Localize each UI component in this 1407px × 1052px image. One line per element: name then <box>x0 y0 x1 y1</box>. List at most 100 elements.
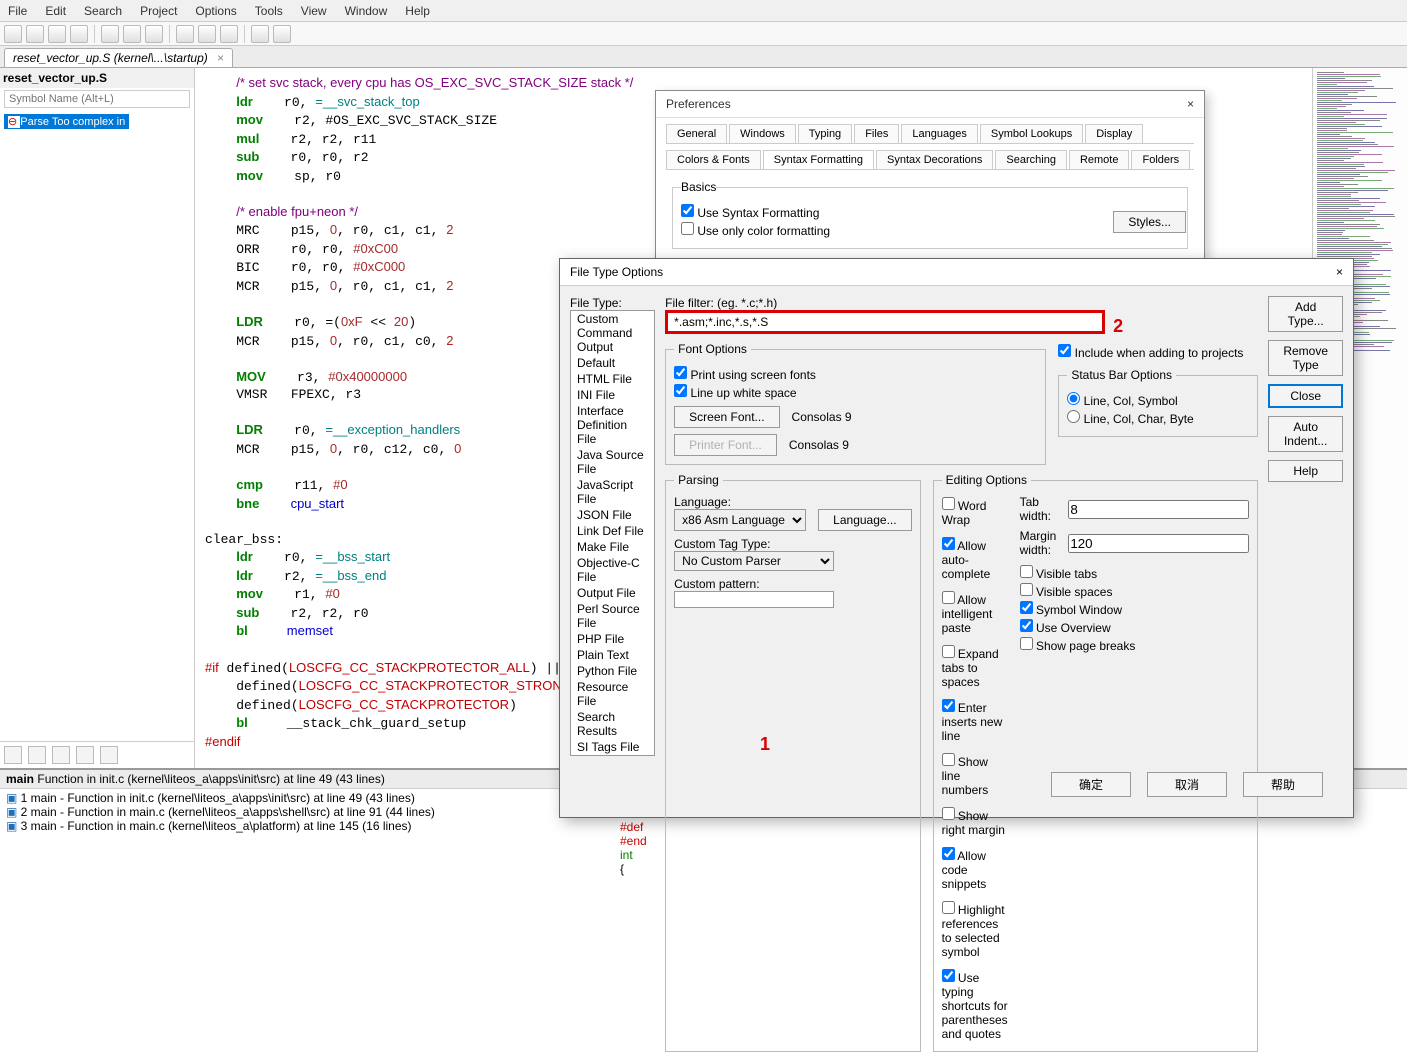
pref-tab-syntax-decorations[interactable]: Syntax Decorations <box>876 150 993 169</box>
styles-button[interactable]: Styles... <box>1113 211 1186 233</box>
cb-visible-spaces[interactable]: Visible spaces <box>1020 583 1250 599</box>
tool-up-icon[interactable] <box>145 25 163 43</box>
close-button[interactable]: Close <box>1268 384 1343 408</box>
file-type-item[interactable]: Python File <box>571 663 654 679</box>
cb-show-right-margin[interactable]: Show right margin <box>942 807 1008 837</box>
pref-tab-syntax-formatting[interactable]: Syntax Formatting <box>763 150 874 169</box>
add-type-button[interactable]: Add Type... <box>1268 296 1343 332</box>
tool-save-icon[interactable] <box>48 25 66 43</box>
help-footer-button[interactable]: 帮助 <box>1243 772 1323 797</box>
gear-icon[interactable] <box>100 746 118 764</box>
file-type-item[interactable]: Search Results <box>571 709 654 739</box>
file-type-item[interactable]: Resource File <box>571 679 654 709</box>
close-icon[interactable]: × <box>1187 97 1194 111</box>
file-type-item[interactable]: Custom Command Output <box>571 311 654 355</box>
tool-redo-icon[interactable] <box>273 25 291 43</box>
file-type-item[interactable]: Link Def File <box>571 523 654 539</box>
tool-copy-icon[interactable] <box>198 25 216 43</box>
file-type-item[interactable]: PHP File <box>571 631 654 647</box>
cb-word-wrap[interactable]: Word Wrap <box>942 497 1008 527</box>
file-type-item[interactable]: SI Tags File <box>571 739 654 755</box>
file-type-item[interactable]: Make File <box>571 539 654 555</box>
file-type-item[interactable]: JavaScript File <box>571 477 654 507</box>
printer-font-button[interactable]: Printer Font... <box>674 434 777 456</box>
tool-paste-icon[interactable] <box>220 25 238 43</box>
menu-window[interactable]: Window <box>345 4 388 18</box>
cancel-button[interactable]: 取消 <box>1147 772 1227 797</box>
pref-tab-typing[interactable]: Typing <box>798 124 852 143</box>
pref-tab-searching[interactable]: Searching <box>995 150 1067 169</box>
symbol-search-input[interactable] <box>4 90 190 108</box>
tool-saveall-icon[interactable] <box>70 25 88 43</box>
cb-highlight-references-to-selected-symbol[interactable]: Highlight references to selected symbol <box>942 901 1008 959</box>
menu-view[interactable]: View <box>301 4 327 18</box>
file-type-item[interactable]: Perl Source File <box>571 601 654 631</box>
tab-reset-vector[interactable]: reset_vector_up.S (kernel\...\startup) × <box>4 48 233 67</box>
custom-pattern-input[interactable] <box>674 591 834 608</box>
menu-search[interactable]: Search <box>84 4 122 18</box>
tab-width-input[interactable] <box>1068 500 1249 519</box>
tool-open-icon[interactable] <box>26 25 44 43</box>
sort-az-icon[interactable] <box>4 746 22 764</box>
cb-print-screen-fonts[interactable]: Print using screen fonts <box>674 366 1037 382</box>
cb-visible-tabs[interactable]: Visible tabs <box>1020 565 1250 581</box>
cb-include-projects[interactable]: Include when adding to projects <box>1058 344 1258 360</box>
cb-allow-auto-complete[interactable]: Allow auto-complete <box>942 537 1008 581</box>
cb-symbol-window[interactable]: Symbol Window <box>1020 601 1250 617</box>
cb-expand-tabs-to-spaces[interactable]: Expand tabs to spaces <box>942 645 1008 689</box>
file-type-item[interactable]: JSON File <box>571 507 654 523</box>
cb-line-up-whitespace[interactable]: Line up white space <box>674 384 1037 400</box>
cb-allow-intelligent-paste[interactable]: Allow intelligent paste <box>942 591 1008 635</box>
radio-line-col-char-byte[interactable]: Line, Col, Char, Byte <box>1067 410 1249 426</box>
file-type-item[interactable]: Plain Text <box>571 647 654 663</box>
grid-icon[interactable] <box>52 746 70 764</box>
cb-enter-inserts-new-line[interactable]: Enter inserts new line <box>942 699 1008 743</box>
pref-tab-windows[interactable]: Windows <box>729 124 796 143</box>
tool-new-icon[interactable] <box>4 25 22 43</box>
help-button[interactable]: Help <box>1268 460 1343 482</box>
pref-tab-display[interactable]: Display <box>1085 124 1143 143</box>
remove-type-button[interactable]: Remove Type <box>1268 340 1343 376</box>
cb-use-overview[interactable]: Use Overview <box>1020 619 1250 635</box>
file-type-list[interactable]: Custom Command OutputDefaultHTML FileINI… <box>570 310 655 756</box>
menu-tools[interactable]: Tools <box>255 4 283 18</box>
pref-tab-general[interactable]: General <box>666 124 727 143</box>
cb-use-syntax-formatting[interactable]: Use Syntax Formatting <box>681 204 1179 220</box>
file-filter-input[interactable]: *.asm;*.inc,*.s,*.S <box>665 310 1105 334</box>
radio-line-col-symbol[interactable]: Line, Col, Symbol <box>1067 392 1249 408</box>
file-type-item[interactable]: Interface Definition File <box>571 403 654 447</box>
file-type-item[interactable]: Default <box>571 355 654 371</box>
pref-tab-symbol-lookups[interactable]: Symbol Lookups <box>980 124 1083 143</box>
tool-back-icon[interactable] <box>101 25 119 43</box>
custom-tag-select[interactable]: No Custom Parser <box>674 551 834 571</box>
list-icon[interactable] <box>28 746 46 764</box>
file-type-item[interactable]: INI File <box>571 387 654 403</box>
book-icon[interactable] <box>76 746 94 764</box>
cb-show-page-breaks[interactable]: Show page breaks <box>1020 637 1250 653</box>
menu-options[interactable]: Options <box>195 4 236 18</box>
margin-width-input[interactable] <box>1068 534 1249 553</box>
language-select[interactable]: x86 Asm Language <box>674 509 806 531</box>
tool-forward-icon[interactable] <box>123 25 141 43</box>
file-type-item[interactable]: Output File <box>571 585 654 601</box>
file-type-item[interactable]: Java Source File <box>571 447 654 477</box>
cb-use-typing-shortcuts-for-parentheses-and-quotes[interactable]: Use typing shortcuts for parentheses and… <box>942 969 1008 1041</box>
file-type-item[interactable]: Objective-C File <box>571 555 654 585</box>
menu-edit[interactable]: Edit <box>45 4 66 18</box>
cb-only-color-formatting[interactable]: Use only color formatting <box>681 222 1179 238</box>
pref-tab-colors---fonts[interactable]: Colors & Fonts <box>666 150 761 169</box>
close-icon[interactable]: × <box>217 51 224 65</box>
close-icon[interactable]: × <box>1336 265 1343 279</box>
menu-project[interactable]: Project <box>140 4 177 18</box>
pref-tab-languages[interactable]: Languages <box>901 124 977 143</box>
pref-tab-remote[interactable]: Remote <box>1069 150 1130 169</box>
tool-cut-icon[interactable] <box>176 25 194 43</box>
menu-file[interactable]: File <box>8 4 27 18</box>
ok-button[interactable]: 确定 <box>1051 772 1131 797</box>
file-type-item[interactable]: Source Insight Macro File <box>571 755 654 756</box>
pref-tab-files[interactable]: Files <box>854 124 899 143</box>
menu-help[interactable]: Help <box>405 4 430 18</box>
parse-error-item[interactable]: Parse Too complex in <box>4 114 129 129</box>
pref-tab-folders[interactable]: Folders <box>1131 150 1190 169</box>
language-button[interactable]: Language... <box>818 509 911 531</box>
